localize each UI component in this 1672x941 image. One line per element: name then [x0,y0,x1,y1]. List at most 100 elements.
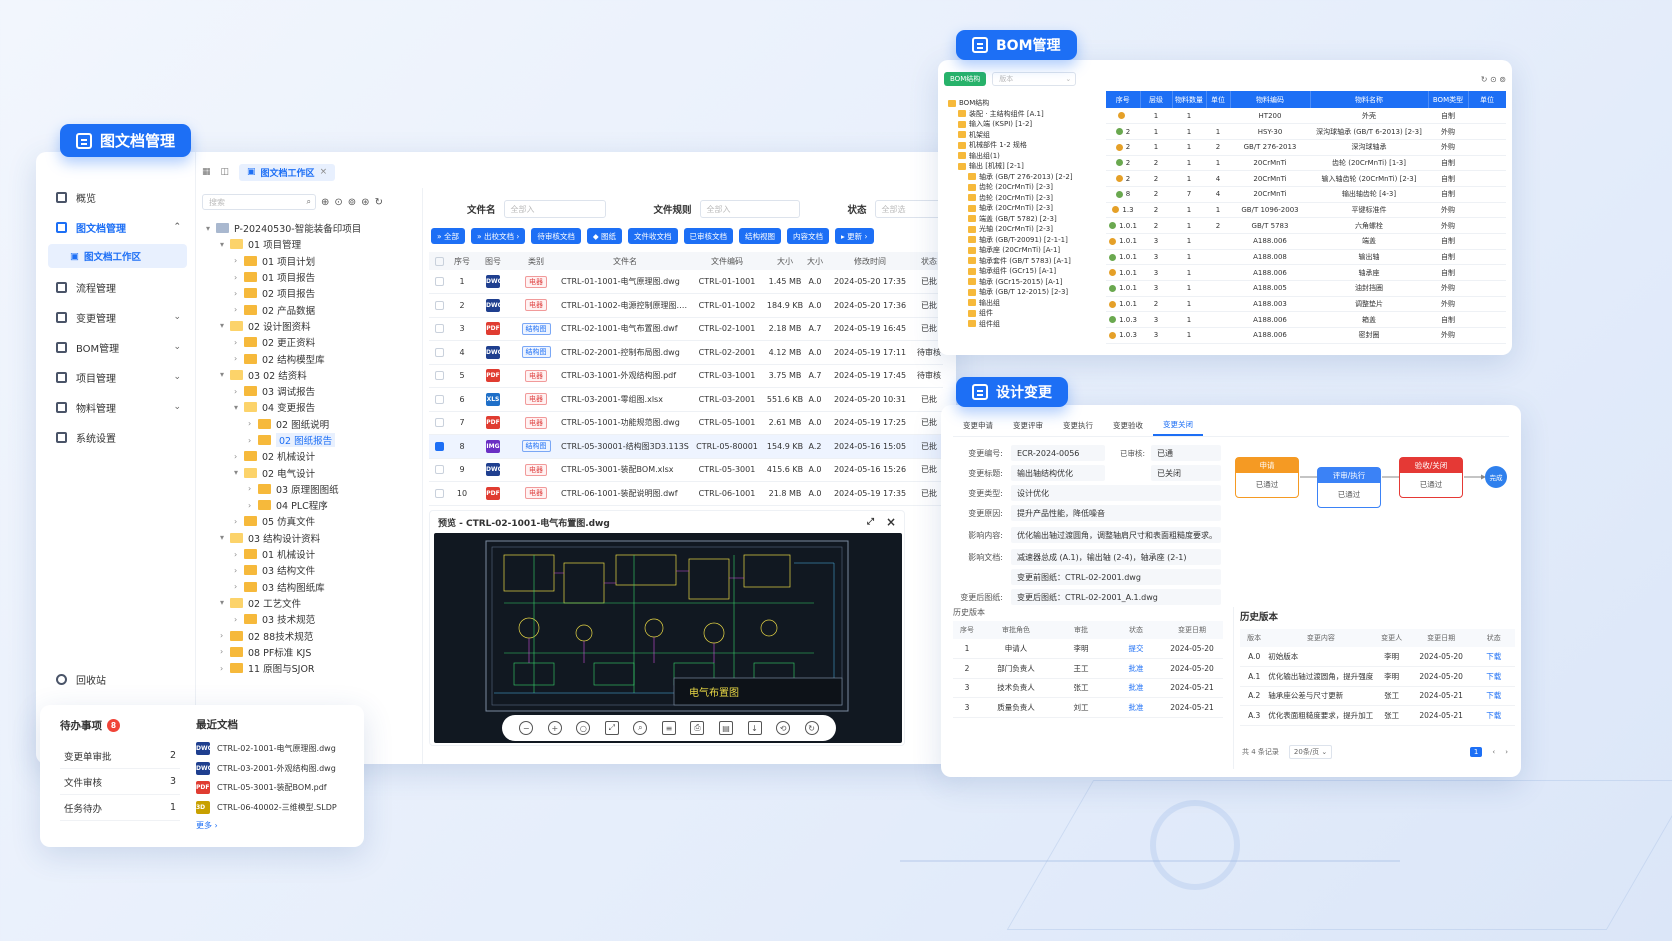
table-row[interactable]: 1 DWG 电器 CTRL-01-1001-电气原理图.dwg CTRL-01-1001… [429,270,943,294]
recent-doc-item[interactable]: DWG CTRL-03-2001-外观结构图.dwg [196,759,356,779]
select-all-checkbox[interactable] [434,256,444,266]
table-row[interactable]: 6 XLS 电器 CTRL-03-2001-零组图.xlsx CTRL-03-2001 5… [429,387,943,412]
bom-row[interactable]: 1.0.3 3 1 A188.006 密封圈 外购 [1106,327,1506,344]
tree-node[interactable]: › 03 原理图图纸 [202,481,412,497]
expand-icon[interactable]: ⤢ [867,517,874,527]
bom-tree-node[interactable]: 轴承座 (20CrMnTi) [A-1] [948,245,1108,256]
file-name[interactable]: CTRL-01-1001-电气原理图.dwg [561,270,689,294]
bom-tree-node[interactable]: 轴承 (GB/T-20091) [2-1-1] [948,235,1108,246]
add-folder-icon[interactable]: ⊕ [321,197,329,208]
toolbar-button[interactable]: 文件收文档 [628,228,678,244]
download-link[interactable]: 下载 [1472,705,1515,726]
back-icon[interactable]: ◫ [221,167,230,177]
sidebar-item-7[interactable]: 系统设置 [36,422,195,452]
change-step-tab[interactable]: 变更关闭 [1153,416,1203,436]
tree-search-input[interactable]: 搜索 ⌕ [202,194,316,210]
tree-node[interactable]: › 03 调试报告 [202,383,412,399]
bom-row[interactable]: 2 1 1 2 GB/T 276-2013 深沟球轴承 外购 [1106,139,1506,156]
expand-caret-icon[interactable]: ▾ [220,598,230,607]
refresh-icon[interactable]: ↻ [375,197,383,208]
zoom-out-icon[interactable]: − [519,721,534,735]
next-page-icon[interactable]: › [1505,748,1508,756]
sidebar-item-recycle[interactable]: 回收站 [36,664,195,694]
tree-node[interactable]: › 08 PF标准 KJS [202,644,412,660]
table-row[interactable]: 4 DWG 结构图 CTRL-02-2001-控制布局图.dwg CTRL-02-200… [429,340,943,365]
bom-tree-node[interactable]: 轴承 (GCr15-2015) [A-1] [948,277,1108,288]
bom-tree-node[interactable]: 装配 · 主结构组件 [A.1] [948,109,1108,120]
flow-node[interactable]: 验收/关闭 已通过 [1399,457,1463,498]
expand-caret-icon[interactable]: › [234,566,244,575]
layers-icon[interactable]: ≡ [661,721,676,735]
cad-drawing-viewer[interactable]: 电气布置图 − + ○ ⤢ ⌕ ≡ ⎙ ▤ ↓ ⟲ ↻ [434,533,902,743]
tree-node[interactable]: › 02 图纸说明 [202,416,412,432]
tree-node[interactable]: ▾ 01 项目管理 [202,236,412,252]
row-checkbox[interactable] [434,324,444,334]
settings-icon[interactable]: ⊚ [348,197,356,208]
more-link[interactable]: 更多 › [196,820,356,831]
bom-tree-node[interactable]: 轴承套件 (GB/T 5783) [A-1] [948,256,1108,267]
close-icon[interactable]: × [886,515,896,529]
expand-caret-icon[interactable]: › [248,484,258,493]
sidebar-item-2[interactable]: 流程管理 [36,272,195,302]
expand-caret-icon[interactable]: › [234,354,244,363]
table-row[interactable]: 10 PDF 电器 CTRL-06-1001-装配说明图.dwf CTRL-06-100… [429,481,943,506]
table-row[interactable]: 5 PDF 电器 CTRL-03-1001-外观结构图.pdf CTRL-03-1001… [429,364,943,388]
bom-row[interactable]: 2 2 1 1 20CrMnTi 齿轮 (20CrMnTi) [1-3] 自制 [1106,155,1506,172]
tree-node[interactable]: › 03 结构图纸库 [202,579,412,595]
expand-caret-icon[interactable]: ▾ [220,370,230,379]
expand-caret-icon[interactable]: › [220,664,230,673]
share-icon[interactable]: ⊛ [361,197,369,208]
sidebar-item-0[interactable]: 概览 [36,182,195,212]
change-step-tab[interactable]: 变更申请 [953,416,1003,436]
file-name[interactable]: CTRL-05-1001-功能规范图.dwg [561,411,689,435]
page-number[interactable]: 1 [1469,747,1483,757]
bom-row[interactable]: 1.0.1 3 1 A188.005 油封挡圈 外购 [1106,280,1506,297]
bom-tree-node[interactable]: 机械部件 1-2 规格 [948,140,1108,151]
refresh-icon[interactable]: ↻ [804,721,819,735]
bom-tree-node[interactable]: 齿轮 (20CrMnTi) [2-3] [948,193,1108,204]
table-row[interactable]: 9 DWG 电器 CTRL-05-3001-装配BOM.xlsx CTRL-05-300… [429,458,943,482]
file-name[interactable]: CTRL-06-1001-装配说明图.dwf [561,481,689,506]
tree-node[interactable]: › 02 更正资料 [202,334,412,350]
bom-row[interactable]: 1 1 HT200 外壳 自制 [1106,108,1506,125]
expand-caret-icon[interactable]: › [220,647,230,656]
rotate-icon[interactable]: ⟲ [776,721,791,735]
tree-node[interactable]: ▾ 03 结构设计资料 [202,530,412,546]
bom-tree-node[interactable]: 光轴 (20CrMnTi) [2-3] [948,224,1108,235]
form-value[interactable]: 已关闭 [1151,465,1221,481]
todo-item[interactable]: 变更单审批 2 [60,743,180,769]
tree-node[interactable]: › 01 机械设计 [202,546,412,562]
todo-item[interactable]: 任务待办 1 [60,795,180,821]
expand-caret-icon[interactable]: ▾ [234,468,244,477]
tree-node[interactable]: ▾ 03 02 结资料 [202,367,412,383]
expand-caret-icon[interactable]: › [234,615,244,624]
bom-tree-node[interactable]: 端盖 (GB/T 5782) [2-3] [948,214,1108,225]
tab-doc-workspace[interactable]: ▣ 图文档工作区 × [239,163,336,181]
download-link[interactable]: 下载 [1472,647,1515,667]
download-link[interactable]: 下载 [1472,686,1515,706]
download-icon[interactable]: ↓ [747,721,762,735]
change-step-tab[interactable]: 变更执行 [1053,416,1103,436]
toolbar-button[interactable]: 待审核文档 [531,228,581,244]
approval-cell[interactable]: 批准 [1111,697,1161,718]
page-size-select[interactable]: 20条/页 ⌄ [1288,745,1333,759]
bom-tree-node[interactable]: 齿轮 (20CrMnTi) [2-3] [948,182,1108,193]
expand-caret-icon[interactable]: › [220,631,230,640]
expand-caret-icon[interactable]: › [248,419,258,428]
file-name[interactable]: CTRL-02-2001-控制布局图.dwg [561,340,689,365]
expand-caret-icon[interactable]: › [234,256,244,265]
form-value[interactable]: 变更后图纸：CTRL-02-2001_A.1.dwg [1011,589,1221,605]
form-value[interactable]: 输出轴结构优化 [1011,465,1105,481]
expand-caret-icon[interactable]: › [234,517,244,526]
approval-cell[interactable]: 批准 [1111,678,1161,698]
expand-caret-icon[interactable]: ▾ [220,240,230,249]
expand-caret-icon[interactable]: › [234,305,244,314]
bom-row[interactable]: 1.0.1 2 1 2 GB/T 5783 六角螺栓 外购 [1106,217,1506,234]
form-value[interactable]: 减速器总成 (A.1)，输出轴 (2-4)，轴承座 (2-1) [1011,549,1221,565]
tree-node[interactable]: ▾ 02 电气设计 [202,464,412,480]
sidebar-item-5[interactable]: 项目管理 ⌄ [36,362,195,392]
expand-caret-icon[interactable]: › [248,436,258,445]
tree-node[interactable]: ▾ 04 变更报告 [202,399,412,415]
close-icon[interactable]: × [320,167,328,177]
todo-item[interactable]: 文件审核 3 [60,769,180,795]
